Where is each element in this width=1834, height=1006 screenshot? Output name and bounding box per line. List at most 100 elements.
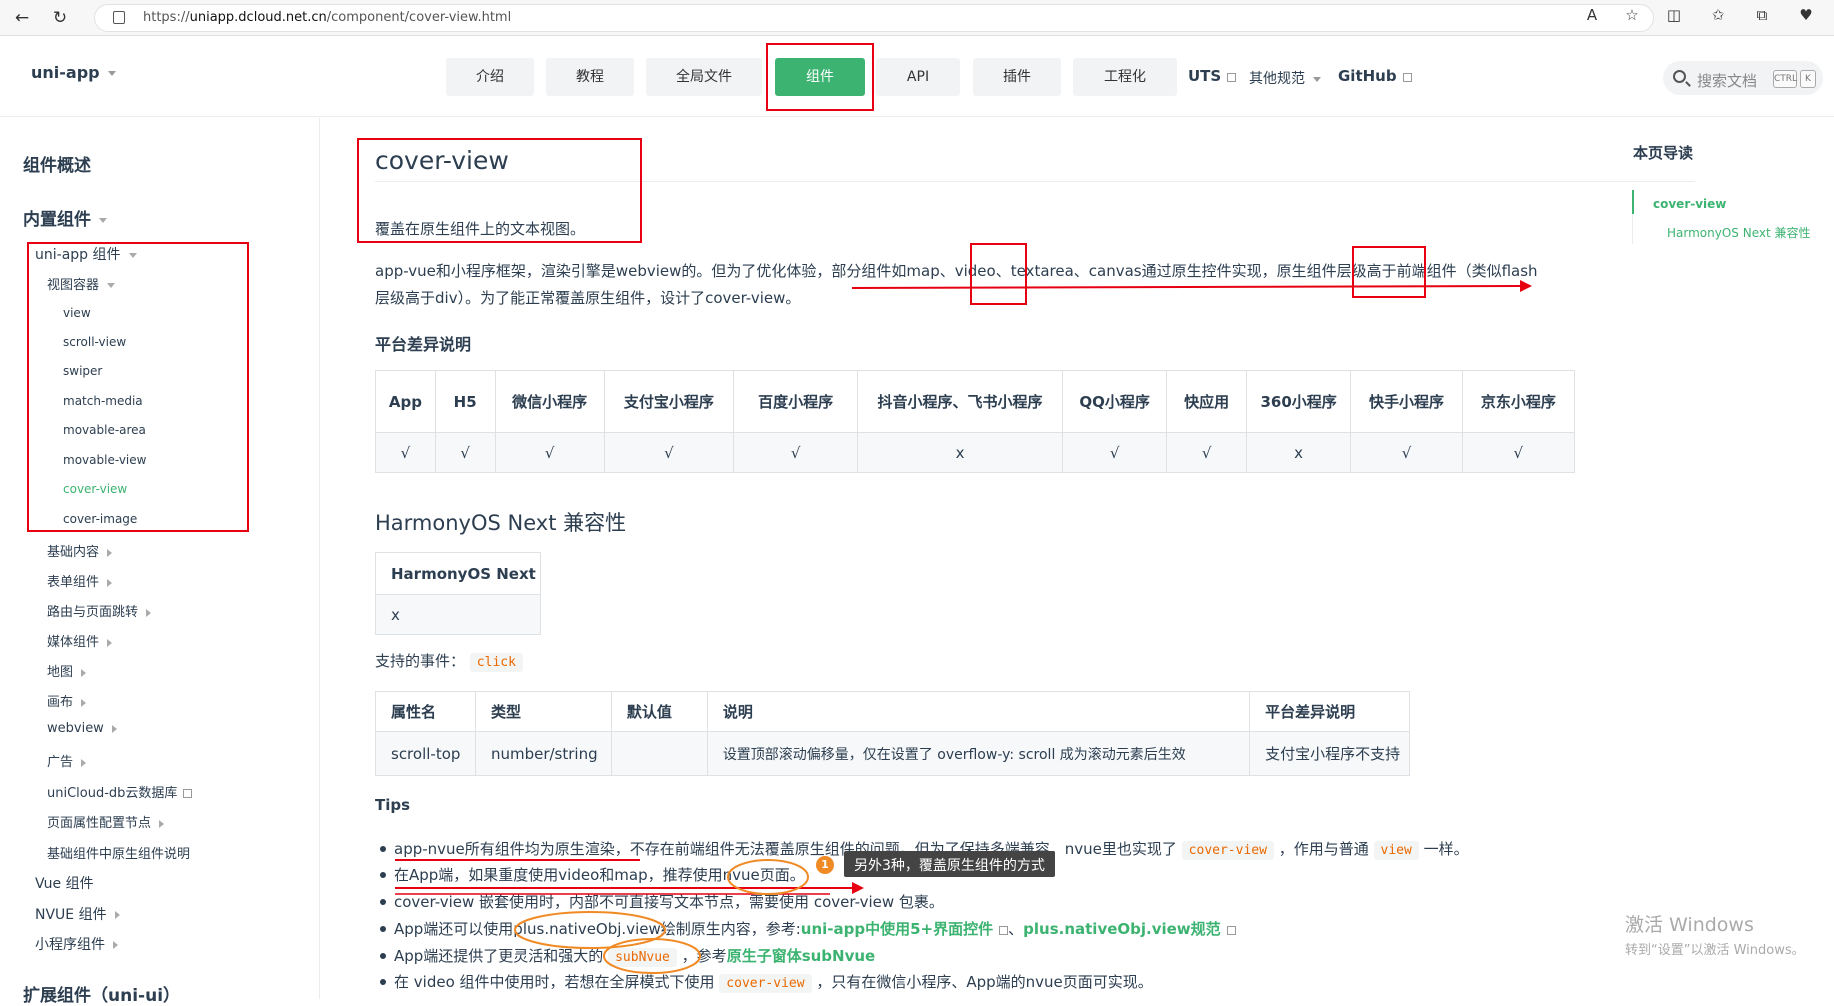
nav-uts[interactable]: UTS: [1188, 67, 1237, 85]
collections-icon[interactable]: ⧉: [1750, 6, 1774, 24]
link-nativeobj-spec[interactable]: plus.nativeObj.view规范: [1023, 920, 1221, 938]
platform-th: 抖音小程序、飞书小程序: [857, 370, 1063, 433]
list-item: cover-view 嵌套使用时，内部不可直接写文本节点，需要使用 cover-…: [380, 893, 944, 911]
link-5plus-controls[interactable]: uni-app中使用5+界面控件: [801, 920, 993, 938]
url-text: https://uniapp.dcloud.net.cn/component/c…: [143, 10, 512, 25]
toc-rail: [1632, 214, 1633, 244]
nav-global-files[interactable]: 全局文件: [646, 58, 762, 96]
nav-intro[interactable]: 介绍: [446, 58, 534, 96]
table-row: √ √ √ √ √ x √ √ x √ √: [375, 432, 1576, 473]
sidebar-group-ad[interactable]: 广告: [47, 751, 87, 770]
table-row: x: [375, 594, 541, 635]
harmony-heading: HarmonyOS Next 兼容性: [375, 511, 627, 535]
sidebar-group-webview[interactable]: webview: [47, 721, 117, 736]
browser-toolbar: ← ↻ https://uniapp.dcloud.net.cn/compone…: [0, 0, 1834, 36]
events-line: 支持的事件： click: [375, 650, 523, 672]
attr-th: 说明: [706, 691, 1251, 732]
sidebar-group-unicloud-db[interactable]: uniCloud-db云数据库: [47, 782, 193, 801]
lock-icon: [113, 11, 125, 24]
sidebar-mp[interactable]: 小程序组件: [35, 934, 118, 954]
toc-item-cover-view[interactable]: cover-view: [1653, 197, 1726, 211]
attr-td: scroll-top: [375, 731, 476, 776]
annotation-box-video: [970, 243, 1027, 305]
list-item: 在 video 组件中使用时，若想在全屏模式下使用 cover-view ，只有…: [380, 973, 1153, 993]
sidebar-builtin[interactable]: 内置组件: [23, 205, 107, 230]
attr-td: 设置顶部滚动偏移量，仅在设置了 overflow-y: scroll 成为滚动元…: [706, 731, 1251, 776]
sidebar-overview[interactable]: 组件概述: [23, 151, 91, 176]
platform-td: √: [1166, 432, 1247, 473]
address-bar[interactable]: https://uniapp.dcloud.net.cn/component/c…: [94, 4, 1654, 32]
platform-th: 快应用: [1166, 370, 1247, 433]
sidebar-ext[interactable]: 扩展组件（uni-ui）: [23, 981, 180, 1006]
platform-th: 微信小程序: [494, 370, 605, 433]
split-screen-icon[interactable]: ◫: [1662, 6, 1686, 24]
platform-td: x: [857, 432, 1063, 473]
favorites-icon[interactable]: ✩: [1706, 6, 1730, 24]
sidebar-nvue[interactable]: NVUE 组件: [35, 904, 120, 924]
favorite-star-icon[interactable]: ☆: [1620, 6, 1644, 24]
read-aloud-icon[interactable]: A: [1580, 6, 1604, 24]
toc-item-harmony[interactable]: HarmonyOS Next 兼容性: [1667, 224, 1811, 241]
tips-heading: Tips: [375, 796, 411, 814]
back-icon[interactable]: ←: [10, 6, 34, 30]
platform-th: 360小程序: [1245, 370, 1352, 433]
platform-th: 百度小程序: [732, 370, 859, 433]
attr-td: 支付宝小程序不支持: [1249, 731, 1410, 776]
platform-th: 支付宝小程序: [603, 370, 735, 433]
nav-api[interactable]: API: [876, 58, 960, 96]
sidebar-group-navigation[interactable]: 路由与页面跳转: [47, 601, 152, 620]
sidebar-group-basic[interactable]: 基础内容: [47, 541, 113, 560]
platform-td: √: [434, 432, 496, 473]
brand-menu[interactable]: uni-app: [31, 63, 116, 82]
harmony-th: HarmonyOS Next: [375, 552, 541, 595]
sidebar-vue[interactable]: Vue 组件: [35, 873, 94, 893]
platform-td: √: [1350, 432, 1463, 473]
page-toc: 本页导读 cover-view HarmonyOS Next 兼容性: [1620, 118, 1834, 999]
kbd-ctrl: CTRL: [1773, 70, 1797, 88]
windows-activation-watermark: 激活 Windows 转到“设置”以激活 Windows。: [1625, 914, 1805, 958]
nav-other-specs[interactable]: 其他规范: [1249, 68, 1321, 88]
para-line-2: 层级高于div）。为了能正常覆盖原生组件，设计了cover-view。: [375, 289, 801, 307]
sidebar-group-native-notes[interactable]: 基础组件中原生组件说明: [47, 843, 190, 862]
platform-th: App: [375, 370, 436, 433]
reload-icon[interactable]: ↻: [48, 6, 72, 30]
sidebar-group-page-meta[interactable]: 页面属性配置节点: [47, 812, 165, 831]
sidebar-group-media[interactable]: 媒体组件: [47, 631, 113, 650]
platform-td: √: [494, 432, 605, 473]
annotation-number-badge: 1: [816, 856, 834, 874]
platform-th: 京东小程序: [1461, 370, 1576, 433]
list-item: App端还提供了更灵活和强大的 subNvue ，参考原生子窗体subNvue: [379, 947, 876, 967]
nav-engineering[interactable]: 工程化: [1073, 58, 1177, 96]
attr-th: 属性名: [375, 691, 476, 732]
attr-th: 平台差异说明: [1249, 691, 1410, 732]
external-link-icon: [1402, 73, 1412, 82]
sidebar-group-canvas[interactable]: 画布: [47, 691, 87, 710]
sidebar-group-map[interactable]: 地图: [47, 661, 87, 680]
platform-heading: 平台差异说明: [375, 335, 472, 354]
platform-td: x: [1245, 432, 1352, 473]
nav-tutorial[interactable]: 教程: [546, 58, 634, 96]
attr-th: 默认值: [610, 691, 708, 732]
external-link-icon: [1227, 73, 1237, 82]
link-subnvue[interactable]: 原生子窗体subNvue: [727, 947, 876, 965]
extensions-icon[interactable]: ♥: [1794, 6, 1818, 24]
search-box[interactable]: 搜索文档 CTRL K: [1663, 61, 1823, 95]
list-item: 在App端，如果重度使用video和map，推荐使用nvue页面。: [380, 866, 805, 884]
nav-plugins[interactable]: 插件: [973, 58, 1061, 96]
platform-td: √: [1461, 432, 1576, 473]
attr-td: [610, 731, 708, 776]
sidebar-group-form[interactable]: 表单组件: [47, 571, 113, 590]
external-link-icon: [183, 789, 193, 798]
annotation-box-layer: [1352, 246, 1426, 298]
annotation-box-sidebar: [27, 242, 249, 532]
search-placeholder: 搜索文档: [1697, 72, 1758, 90]
nav-github[interactable]: GitHub: [1338, 67, 1412, 85]
harmony-td: x: [375, 594, 541, 635]
platform-th: 快手小程序: [1350, 370, 1463, 433]
platform-td: √: [375, 432, 436, 473]
platform-table: App H5 微信小程序 支付宝小程序 百度小程序 抖音小程序、飞书小程序 QQ…: [375, 370, 1576, 473]
annotation-box-title: [357, 138, 642, 243]
platform-th: QQ小程序: [1061, 370, 1168, 433]
table-row: scroll-top number/string 设置顶部滚动偏移量，仅在设置了…: [375, 731, 1410, 776]
search-icon: [1673, 70, 1686, 83]
